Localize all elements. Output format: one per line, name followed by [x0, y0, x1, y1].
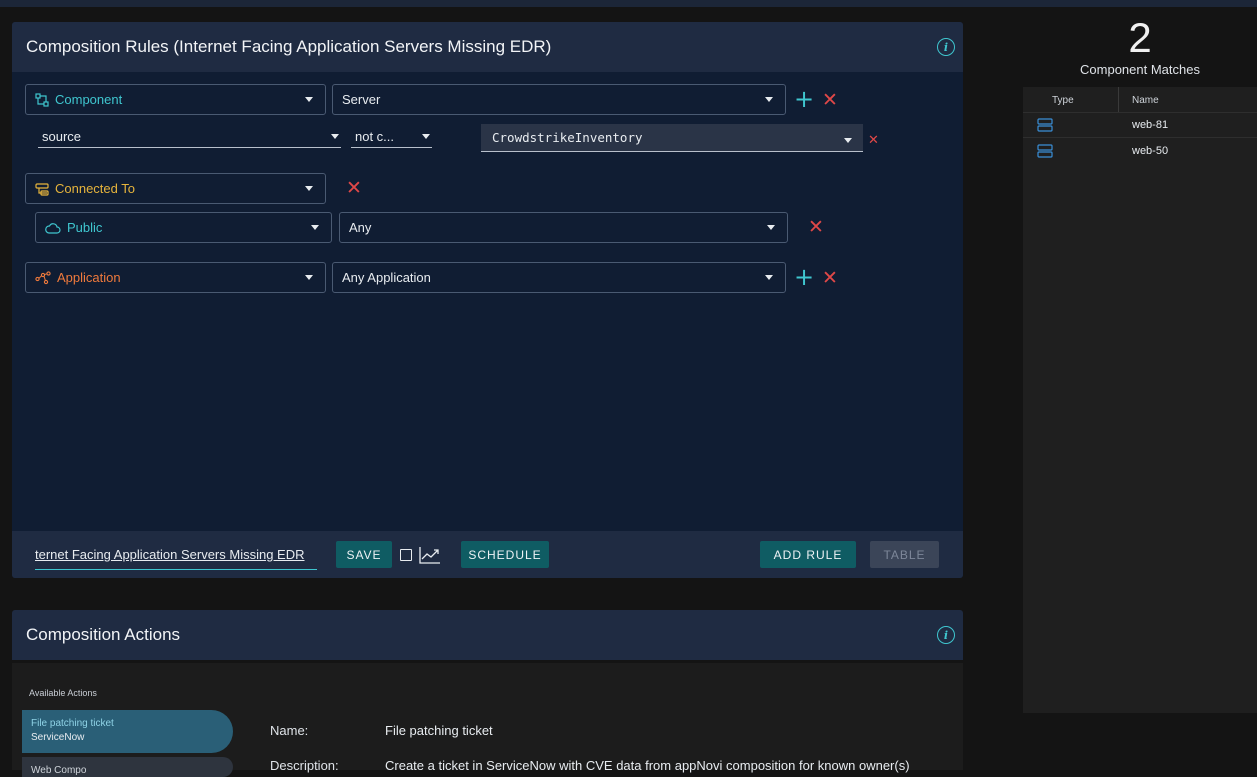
- filter-value-select[interactable]: CrowdstrikeInventory: [481, 124, 863, 152]
- connected-to-dropdown[interactable]: Connected To: [25, 173, 326, 204]
- remove-public-icon[interactable]: ✕: [808, 218, 824, 237]
- server-icon: [1037, 144, 1053, 158]
- trend-chart-icon: [419, 547, 440, 564]
- info-icon[interactable]: i: [937, 626, 955, 644]
- composition-rules-panel: Composition Rules (Internet Facing Appli…: [12, 22, 963, 578]
- detail-name-label: Name:: [270, 723, 309, 738]
- filter-field-select[interactable]: source: [38, 126, 341, 148]
- chevron-down-icon: [305, 275, 313, 280]
- match-count-label: Component Matches: [1080, 62, 1200, 77]
- row-divider: [1023, 137, 1257, 138]
- application-value: Any Application: [342, 270, 431, 285]
- header-divider: [1023, 112, 1257, 113]
- chevron-down-icon: [422, 134, 430, 139]
- remove-component-icon[interactable]: ✕: [822, 91, 838, 110]
- actions-header: Composition Actions i: [12, 610, 963, 660]
- table-button[interactable]: TABLE: [870, 541, 939, 568]
- match-name[interactable]: web-50: [1132, 145, 1168, 157]
- filter-value-text: CrowdstrikeInventory: [492, 130, 643, 145]
- action-item-title: Web Compo: [31, 765, 87, 776]
- actions-body: Available Actions File patching ticket S…: [12, 663, 963, 777]
- match-count: 2: [1128, 14, 1152, 61]
- chevron-down-icon: [765, 275, 773, 280]
- component-dropdown[interactable]: Component: [25, 84, 326, 115]
- action-item-subtitle: ServiceNow: [31, 732, 85, 743]
- chevron-down-icon: [765, 97, 773, 102]
- add-application-condition-icon[interactable]: +: [794, 265, 814, 289]
- detail-description-label: Description:: [270, 758, 339, 773]
- remove-connected-icon[interactable]: ✕: [346, 179, 362, 198]
- column-divider: [1118, 87, 1119, 112]
- save-button[interactable]: SAVE: [336, 541, 392, 568]
- filter-operator-select[interactable]: not c...: [351, 126, 432, 148]
- action-item[interactable]: File patching ticket ServiceNow: [22, 710, 233, 753]
- component-matches-table: [1023, 87, 1257, 713]
- column-header-name[interactable]: Name: [1132, 95, 1159, 106]
- rules-title: Composition Rules (Internet Facing Appli…: [26, 37, 552, 56]
- actions-title: Composition Actions: [26, 625, 181, 644]
- detail-description-value: Create a ticket in ServiceNow with CVE d…: [385, 758, 910, 773]
- available-actions-label: Available Actions: [29, 688, 97, 698]
- chevron-down-icon: [844, 138, 852, 143]
- composition-actions-panel: Composition Actions i Available Actions …: [12, 610, 963, 777]
- cloud-icon: [45, 222, 61, 234]
- column-header-type[interactable]: Type: [1052, 95, 1074, 106]
- public-value: Any: [349, 220, 372, 235]
- schedule-button[interactable]: SCHEDULE: [461, 541, 549, 568]
- connected-icon: [35, 182, 49, 196]
- server-icon: [1037, 118, 1053, 132]
- rules-header: Composition Rules (Internet Facing Appli…: [12, 22, 963, 72]
- action-item[interactable]: Web Compo: [22, 757, 233, 777]
- component-type-value: Server: [342, 92, 381, 107]
- application-dropdown[interactable]: Application: [25, 262, 326, 293]
- application-icon: [35, 270, 51, 284]
- remove-filter-icon[interactable]: ✕: [868, 131, 879, 150]
- component-label: Component: [55, 92, 123, 107]
- action-item-title: File patching ticket: [31, 718, 114, 729]
- chevron-down-icon: [305, 186, 313, 191]
- chevron-down-icon: [305, 97, 313, 102]
- detail-name-value: File patching ticket: [385, 723, 493, 738]
- rules-footer: ternet Facing Application Servers Missin…: [12, 531, 963, 578]
- remove-application-icon[interactable]: ✕: [822, 269, 838, 288]
- application-value-dropdown[interactable]: Any Application: [332, 262, 786, 293]
- filter-operator-value: not c...: [355, 129, 395, 144]
- info-icon[interactable]: i: [937, 38, 955, 56]
- trend-checkbox[interactable]: [400, 549, 412, 561]
- match-name[interactable]: web-81: [1132, 119, 1168, 131]
- add-condition-icon[interactable]: +: [794, 87, 814, 111]
- public-value-dropdown[interactable]: Any: [339, 212, 788, 243]
- chevron-down-icon: [767, 225, 775, 230]
- public-label: Public: [67, 220, 103, 235]
- chevron-down-icon: [311, 225, 319, 230]
- component-icon: [35, 92, 49, 107]
- component-type-dropdown[interactable]: Server: [332, 84, 786, 115]
- public-dropdown[interactable]: Public: [35, 212, 332, 243]
- top-bar: [0, 0, 1257, 7]
- connected-label: Connected To: [55, 181, 135, 196]
- chevron-down-icon: [331, 134, 339, 139]
- composition-name-input[interactable]: ternet Facing Application Servers Missin…: [35, 547, 317, 570]
- filter-field-value: source: [42, 129, 82, 144]
- add-rule-button[interactable]: ADD RULE: [760, 541, 856, 568]
- application-label: Application: [57, 270, 121, 285]
